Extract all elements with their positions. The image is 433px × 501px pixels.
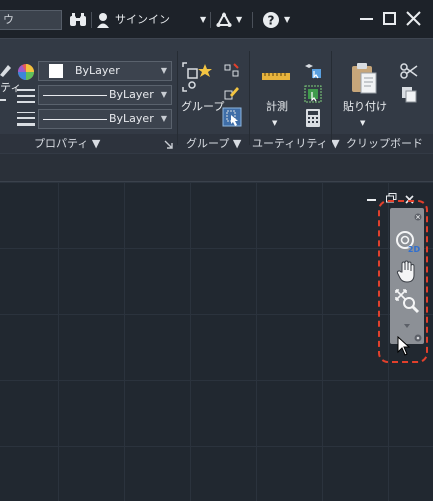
title-bar: ウ サインイン ▼ ▼ ? ▼ (0, 0, 433, 38)
utility-panel-title[interactable]: ユーティリティ ▼ (252, 136, 340, 152)
panel-divider (249, 51, 250, 145)
select-all-icon[interactable] (304, 85, 322, 103)
close-icon[interactable] (406, 11, 421, 26)
lineweight-dropdown-value: ByLayer (109, 112, 154, 125)
properties-panel-title[interactable]: プロパティ ▼ (34, 136, 100, 152)
titlebar-divider (252, 12, 253, 28)
titlebar-divider (210, 12, 211, 28)
drawing-canvas[interactable] (0, 182, 433, 501)
linetype-dropdown-value: ByLayer (109, 88, 154, 101)
properties-partial-dash (0, 99, 6, 101)
ungroup-icon[interactable] (224, 63, 240, 79)
copy-icon[interactable] (400, 85, 418, 103)
paste-dropdown-icon[interactable]: ▼ (360, 113, 365, 133)
signin-link[interactable]: サインイン (115, 10, 170, 30)
linetype-sample-line (43, 95, 107, 96)
linetype-icon[interactable] (17, 88, 35, 104)
help-icon[interactable]: ? (262, 11, 280, 29)
group-selection-icon[interactable] (222, 107, 242, 127)
color-swatch (49, 64, 63, 78)
search-input[interactable]: ウ (0, 10, 62, 30)
color-dropdown-value: ByLayer (75, 64, 120, 77)
signin-dropdown-icon[interactable]: ▼ (200, 10, 206, 30)
calculator-icon[interactable] (306, 109, 320, 127)
chevron-down-icon: ▼ (160, 114, 167, 123)
color-dropdown[interactable]: ByLayer ▼ (38, 61, 172, 81)
titlebar-divider (91, 12, 92, 28)
ruler-icon[interactable] (262, 71, 290, 81)
panel-launcher-icon[interactable] (164, 139, 173, 149)
user-icon[interactable] (96, 12, 110, 28)
lineweight-sample-line (43, 119, 107, 120)
viewport-minimize-icon[interactable] (367, 199, 376, 201)
a360-dropdown-icon[interactable]: ▼ (236, 10, 242, 30)
group-icon[interactable] (181, 61, 217, 93)
panel-divider (331, 51, 332, 145)
ribbon: ティ ByLayer ▼ ByLayer ▼ ByLayer ▼ プロパティ ▼… (0, 38, 433, 154)
file-tab-bar (0, 154, 433, 182)
linetype-dropdown[interactable]: ByLayer ▼ (38, 85, 172, 105)
match-properties-icon[interactable] (0, 63, 12, 77)
clipboard-panel-title[interactable]: クリップボード (346, 136, 423, 152)
svg-text:?: ? (268, 14, 275, 28)
maximize-icon[interactable] (383, 12, 396, 25)
color-wheel-icon[interactable] (17, 63, 35, 81)
lineweight-dropdown[interactable]: ByLayer ▼ (38, 109, 172, 129)
group-edit-icon[interactable] (224, 85, 240, 101)
group-panel-title[interactable]: グループ ▼ (186, 136, 241, 152)
measure-dropdown-icon[interactable]: ▼ (272, 113, 277, 133)
panel-divider (177, 51, 178, 145)
chevron-down-icon: ▼ (160, 90, 167, 99)
chevron-down-icon: ▼ (160, 66, 167, 75)
paste-icon[interactable] (350, 61, 378, 95)
highlight-annotation (378, 200, 428, 363)
quick-select-icon[interactable] (304, 63, 322, 79)
binoculars-icon[interactable] (68, 12, 88, 28)
cut-icon[interactable] (400, 63, 418, 79)
group-button-label[interactable]: グループ (181, 97, 224, 117)
minimize-icon[interactable] (360, 18, 373, 20)
help-dropdown-icon[interactable]: ▼ (284, 10, 290, 30)
a360-icon[interactable] (216, 11, 232, 28)
lineweight-icon[interactable] (17, 111, 35, 127)
